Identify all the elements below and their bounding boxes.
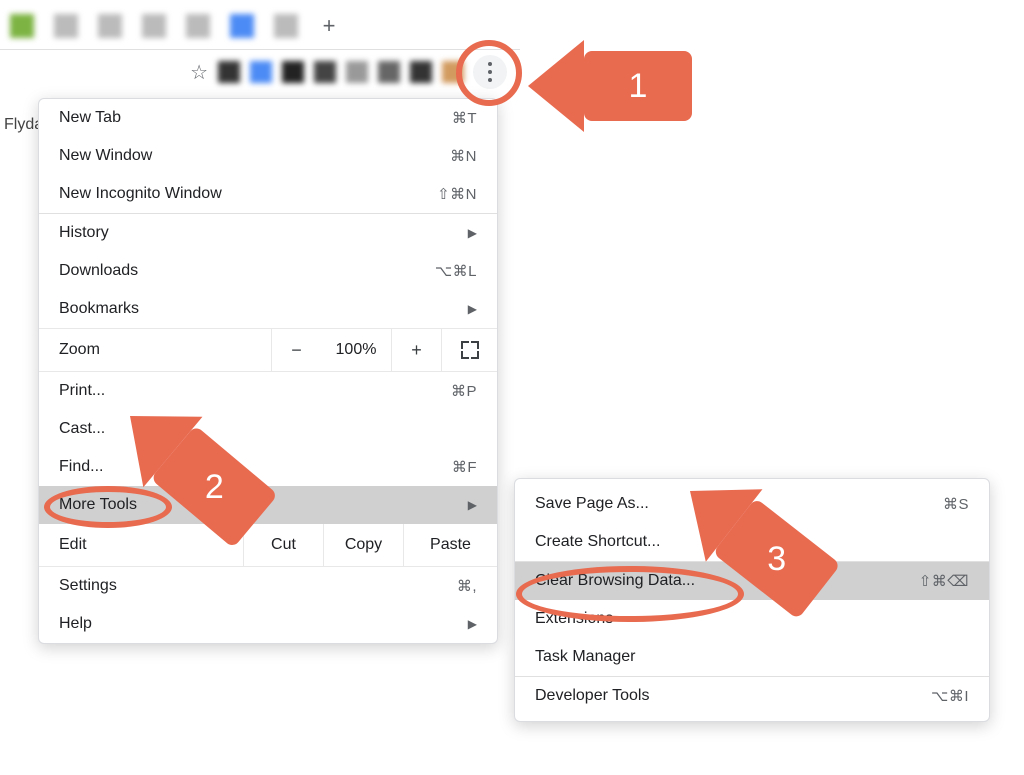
menu-label: Create Shortcut... [535, 533, 660, 551]
menu-label: Bookmarks [59, 300, 139, 318]
menu-label: Print... [59, 382, 105, 400]
annotation-number: 2 [205, 467, 224, 506]
menu-label: Find... [59, 458, 103, 476]
tab-blur [230, 14, 254, 38]
submenu-arrow-icon: ▶ [468, 226, 477, 240]
menu-label: Task Manager [535, 648, 636, 666]
shortcut: ⌘N [450, 147, 477, 165]
extension-blur [378, 61, 400, 83]
extension-blur [346, 61, 368, 83]
menu-label: Extensions [535, 610, 613, 628]
menu-item-print[interactable]: Print... ⌘P [39, 372, 497, 410]
menu-label: Settings [59, 577, 117, 595]
menu-item-new-incognito[interactable]: New Incognito Window ⇧⌘N [39, 175, 497, 213]
copy-button[interactable]: Copy [323, 524, 403, 566]
menu-item-edit: Edit Cut Copy Paste [39, 524, 497, 567]
menu-label: Clear Browsing Data... [535, 572, 695, 590]
shortcut: ⌘P [451, 382, 477, 400]
extension-blur [314, 61, 336, 83]
menu-label: Help [59, 615, 92, 633]
menu-item-new-tab[interactable]: New Tab ⌘T [39, 99, 497, 137]
submenu-arrow-icon: ▶ [468, 498, 477, 512]
shortcut: ⌘, [457, 577, 477, 595]
browser-menu-button[interactable] [473, 55, 507, 89]
browser-toolbar: ☆ [0, 50, 520, 94]
kebab-icon [488, 62, 492, 82]
annotation-arrow-1: 1 [528, 40, 692, 132]
zoom-value: 100% [321, 329, 391, 371]
zoom-label: Zoom [39, 329, 271, 371]
submenu-item-extensions[interactable]: Extensions [515, 600, 989, 638]
menu-item-new-window[interactable]: New Window ⌘N [39, 137, 497, 175]
zoom-out-button[interactable]: − [271, 329, 321, 371]
menu-item-bookmarks[interactable]: Bookmarks ▶ [39, 290, 497, 328]
annotation-number: 3 [767, 539, 786, 578]
tab-blur [142, 14, 166, 38]
menu-label: History [59, 224, 109, 242]
menu-item-history[interactable]: History ▶ [39, 214, 497, 252]
fullscreen-icon [462, 342, 478, 358]
menu-label: More Tools [59, 496, 137, 514]
menu-item-downloads[interactable]: Downloads ⌥⌘L [39, 252, 497, 290]
shortcut: ⌥⌘L [435, 262, 477, 280]
submenu-arrow-icon: ▶ [468, 617, 477, 631]
menu-label: Save Page As... [535, 495, 649, 513]
menu-label: Cast... [59, 420, 105, 438]
shortcut: ⌘S [943, 495, 969, 513]
tab-blur [98, 14, 122, 38]
shortcut: ⌘F [452, 458, 477, 476]
new-tab-button[interactable]: + [318, 15, 340, 37]
shortcut: ⇧⌘N [437, 185, 477, 203]
menu-label: Downloads [59, 262, 138, 280]
star-icon[interactable]: ☆ [190, 60, 208, 85]
extension-blur [282, 61, 304, 83]
submenu-item-developer-tools[interactable]: Developer Tools ⌥⌘I [515, 677, 989, 715]
extension-blur [250, 61, 272, 83]
browser-tabstrip: + [0, 0, 520, 50]
zoom-in-button[interactable]: + [391, 329, 441, 371]
menu-item-zoom: Zoom − 100% + [39, 328, 497, 372]
menu-item-settings[interactable]: Settings ⌘, [39, 567, 497, 605]
menu-label: New Incognito Window [59, 185, 222, 203]
tab-blur [54, 14, 78, 38]
tab-blur [274, 14, 298, 38]
shortcut: ⌥⌘I [931, 687, 969, 705]
shortcut: ⌘T [452, 109, 477, 127]
extension-blur [218, 61, 240, 83]
annotation-number: 1 [629, 67, 648, 106]
menu-label: Developer Tools [535, 687, 649, 705]
tab-blur [186, 14, 210, 38]
menu-item-help[interactable]: Help ▶ [39, 605, 497, 643]
cut-button[interactable]: Cut [243, 524, 323, 566]
tab-blur [10, 14, 34, 38]
extension-blur [442, 61, 464, 83]
main-menu: New Tab ⌘T New Window ⌘N New Incognito W… [38, 98, 498, 644]
paste-button[interactable]: Paste [403, 524, 497, 566]
submenu-item-task-manager[interactable]: Task Manager [515, 638, 989, 676]
menu-label: New Window [59, 147, 152, 165]
menu-label: New Tab [59, 109, 121, 127]
submenu-arrow-icon: ▶ [468, 302, 477, 316]
extension-blur [410, 61, 432, 83]
fullscreen-button[interactable] [441, 329, 497, 371]
shortcut: ⇧⌘⌫ [919, 572, 969, 590]
